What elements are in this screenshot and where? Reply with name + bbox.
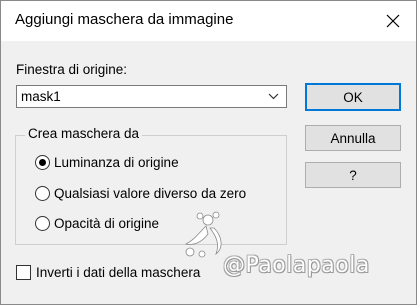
- invert-mask-option[interactable]: Inverti i dati della maschera: [16, 265, 200, 280]
- radio-button[interactable]: [35, 186, 50, 201]
- dialog-window: Aggiungi maschera da immagine Finestra d…: [0, 0, 417, 305]
- radio-option-opacity[interactable]: Opacità di origine: [35, 216, 159, 231]
- watermark-text: @Paolapaola: [223, 253, 370, 278]
- source-window-select[interactable]: mask1: [16, 85, 287, 108]
- cancel-button[interactable]: Annulla: [305, 125, 401, 151]
- close-icon: [386, 14, 400, 28]
- dialog-title: Aggiungi maschera da immagine: [15, 11, 234, 28]
- help-button[interactable]: ?: [305, 162, 401, 188]
- radio-option-luminance[interactable]: Luminanza di origine: [35, 155, 179, 170]
- radio-label: Qualsiasi valore diverso da zero: [54, 186, 247, 201]
- ok-button[interactable]: OK: [305, 83, 401, 111]
- title-bar: Aggiungi maschera da immagine: [1, 1, 416, 41]
- close-button[interactable]: [370, 1, 416, 41]
- radio-option-nonzero[interactable]: Qualsiasi valore diverso da zero: [35, 186, 246, 201]
- invert-mask-label: Inverti i dati della maschera: [36, 265, 201, 280]
- radio-label: Opacità di origine: [54, 216, 160, 231]
- source-window-value: mask1: [21, 89, 61, 104]
- radio-button[interactable]: [35, 155, 50, 170]
- chevron-down-icon: [268, 93, 279, 100]
- invert-mask-checkbox[interactable]: [16, 265, 31, 280]
- mask-source-group-title: Crea maschera da: [25, 126, 143, 141]
- source-window-label: Finestra di origine:: [16, 62, 128, 77]
- radio-button[interactable]: [35, 216, 50, 231]
- radio-label: Luminanza di origine: [54, 155, 179, 170]
